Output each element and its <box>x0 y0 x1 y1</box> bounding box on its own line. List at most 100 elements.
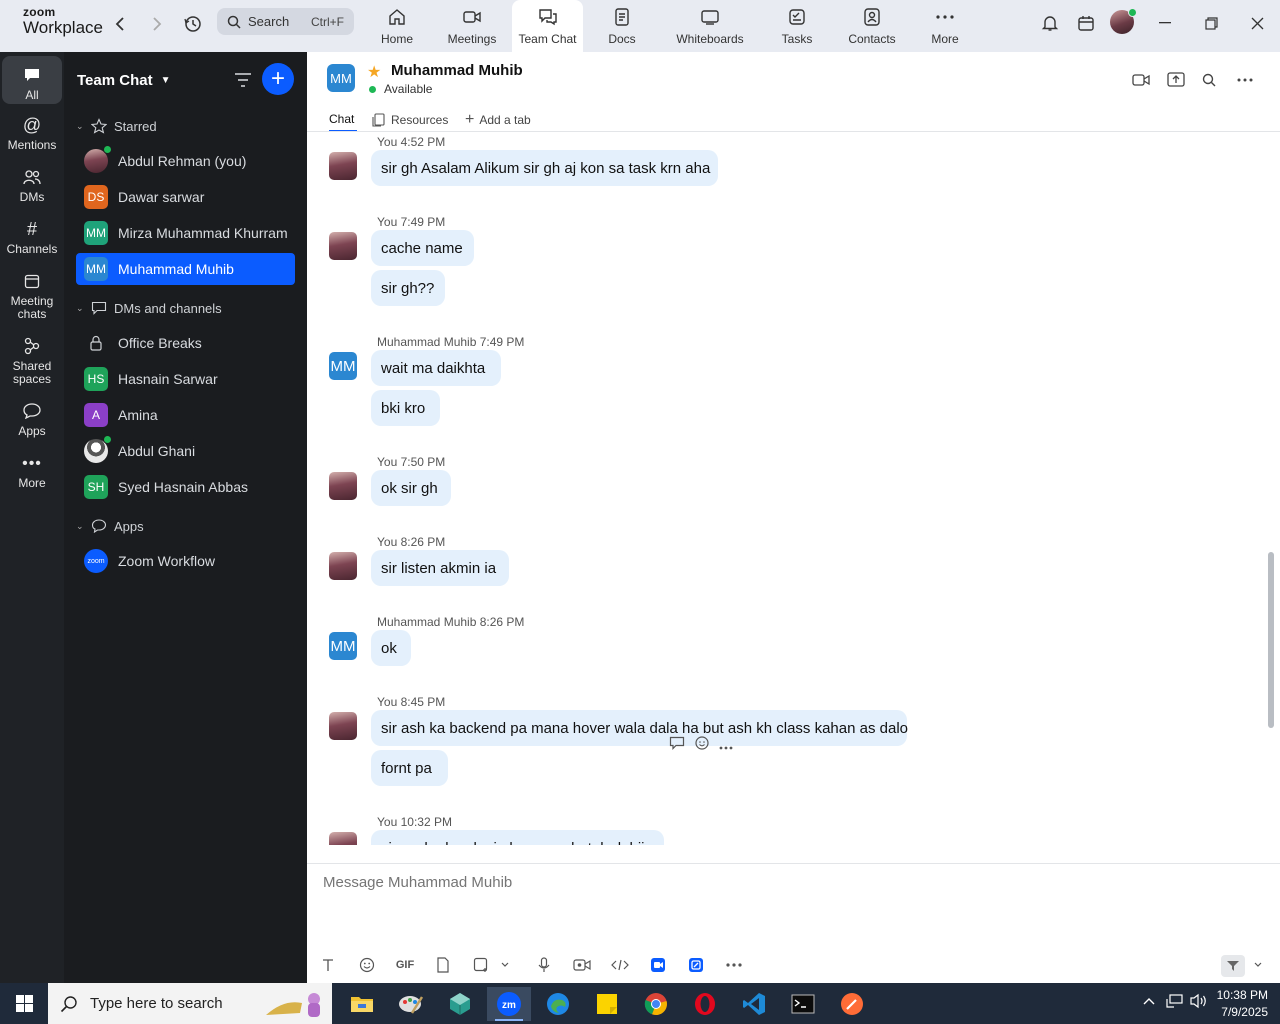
message-bubble[interactable]: sir gh Asalam Alikum sir gh aj kon sa ta… <box>371 150 718 186</box>
message-bubble[interactable]: bki kro <box>371 390 440 426</box>
back-arrow-icon[interactable] <box>108 12 132 36</box>
screenshot-icon[interactable] <box>470 955 492 975</box>
message-bubble[interactable]: sir cache ka plugin ka name batah dehjia <box>371 830 664 845</box>
tab-chat[interactable]: Chat <box>329 108 357 132</box>
history-icon[interactable] <box>181 12 205 36</box>
new-chat-plus-button[interactable]: + <box>262 63 294 95</box>
sender-name[interactable]: Muhammad Muhib <box>377 335 476 349</box>
video-call-icon[interactable] <box>1130 70 1152 90</box>
more-options-icon[interactable] <box>1234 70 1256 90</box>
sender-avatar[interactable] <box>329 712 357 740</box>
nav-tab-team-chat[interactable]: Team Chat <box>512 0 583 52</box>
sender-avatar[interactable]: MM <box>329 632 357 660</box>
more-options-icon[interactable] <box>723 955 745 975</box>
more-options-icon[interactable] <box>719 737 733 755</box>
chat-list-item[interactable]: MM Mirza Muhammad Khurram <box>76 217 295 249</box>
section-dms-channels[interactable]: ⌄ DMs and channels <box>76 300 222 316</box>
message-bubble[interactable]: sir gh?? <box>371 270 445 306</box>
emoji-icon[interactable] <box>356 955 378 975</box>
nav-tab-whiteboards[interactable]: Whiteboards <box>665 0 755 52</box>
nav-tab-contacts[interactable]: Contacts <box>840 0 904 52</box>
tab-resources[interactable]: Resources <box>372 108 448 132</box>
chat-list-item[interactable]: Abdul Rehman (you) <box>76 145 295 177</box>
cube-app-icon[interactable] <box>438 987 482 1021</box>
message-bubble[interactable]: fornt pa <box>371 750 448 786</box>
sticky-notes-icon[interactable] <box>585 987 629 1021</box>
sender-name[interactable]: You <box>377 135 397 149</box>
nav-tab-more[interactable]: More <box>916 0 974 52</box>
video-message-icon[interactable] <box>571 955 593 975</box>
message-bubble[interactable]: ok sir gh <box>371 470 451 506</box>
sender-avatar[interactable] <box>329 472 357 500</box>
message-bubble[interactable]: cache name <box>371 230 474 266</box>
sender-avatar[interactable] <box>329 232 357 260</box>
user-avatar[interactable] <box>1110 8 1137 34</box>
terminal-icon[interactable] <box>781 987 825 1021</box>
nav-tab-docs[interactable]: Docs <box>594 0 650 52</box>
sender-name[interactable]: You <box>377 455 397 469</box>
nav-tab-tasks[interactable]: Tasks <box>770 0 824 52</box>
paint-app-icon[interactable] <box>389 987 433 1021</box>
rail-item-meeting-chats[interactable]: Meeting chats <box>2 270 62 321</box>
chat-list-item[interactable]: HS Hasnain Sarwar <box>76 363 295 395</box>
code-snippet-icon[interactable] <box>609 955 631 975</box>
gif-button[interactable]: GIF <box>394 955 416 975</box>
volume-icon[interactable] <box>1190 993 1208 1012</box>
sender-name[interactable]: You <box>377 695 397 709</box>
chat-list-item[interactable]: MM Muhammad Muhib <box>76 253 295 285</box>
chat-list-item[interactable]: Office Breaks <box>76 327 295 359</box>
rail-item-shared-spaces[interactable]: Shared spaces <box>2 335 62 386</box>
message-list[interactable]: You 4:52 PM sir gh Asalam Alikum sir gh a… <box>307 132 1267 845</box>
file-explorer-icon[interactable] <box>340 987 384 1021</box>
sender-avatar[interactable] <box>329 152 357 180</box>
chat-list-item[interactable]: A Amina <box>76 399 295 431</box>
vscode-icon[interactable] <box>732 987 776 1021</box>
chevron-down-icon[interactable] <box>1247 955 1269 975</box>
calendar-icon[interactable] <box>1073 12 1099 34</box>
taskbar-clock[interactable]: 10:38 PM 7/9/2025 <box>1208 987 1268 1021</box>
sender-avatar[interactable] <box>329 552 357 580</box>
windows-start-icon[interactable] <box>16 995 33 1012</box>
text-format-icon[interactable] <box>317 955 339 975</box>
minimize-icon[interactable] <box>1152 12 1178 34</box>
edge-browser-icon[interactable] <box>536 987 580 1021</box>
nav-tab-meetings[interactable]: Meetings <box>437 0 507 52</box>
rail-item-all[interactable]: All <box>2 56 62 104</box>
send-button[interactable] <box>1221 955 1245 977</box>
reply-thread-icon[interactable] <box>669 736 685 755</box>
network-icon[interactable] <box>1166 993 1184 1012</box>
chrome-browser-icon[interactable] <box>634 987 678 1021</box>
message-input[interactable] <box>323 870 1263 894</box>
sender-avatar[interactable]: MM <box>329 352 357 380</box>
share-screen-icon[interactable] <box>1165 70 1187 90</box>
chevron-down-icon[interactable] <box>494 955 516 975</box>
team-chat-title[interactable]: Team Chat ▼ <box>77 72 170 89</box>
zoom-app-icon[interactable] <box>647 955 669 975</box>
add-tab-button[interactable]: + Add a tab <box>465 108 531 132</box>
rail-item-more[interactable]: ••• More <box>2 452 62 490</box>
file-attach-icon[interactable] <box>432 955 454 975</box>
global-search-box[interactable]: Search Ctrl+F <box>217 8 354 35</box>
message-scrollbar[interactable] <box>1268 552 1274 728</box>
rail-item-channels[interactable]: # Channels <box>2 218 62 256</box>
add-reaction-icon[interactable] <box>694 735 710 756</box>
filter-icon[interactable] <box>234 72 252 88</box>
message-bubble[interactable]: sir listen akmin ia <box>371 550 509 586</box>
chat-list-item[interactable]: zoom Zoom Workflow <box>76 545 295 577</box>
rail-item-apps[interactable]: Apps <box>2 400 62 438</box>
sender-avatar[interactable] <box>329 832 357 845</box>
message-bubble[interactable]: wait ma daikhta <box>371 350 501 386</box>
star-filled-icon[interactable]: ★ <box>367 62 381 82</box>
contact-name[interactable]: Muhammad Muhib <box>391 62 523 79</box>
section-apps[interactable]: ⌄ Apps <box>76 518 144 534</box>
nav-tab-home[interactable]: Home <box>370 0 424 52</box>
rail-item-mentions[interactable]: @ Mentions <box>2 114 62 152</box>
search-icon[interactable] <box>1198 70 1220 90</box>
close-icon[interactable] <box>1244 12 1270 34</box>
chat-list-item[interactable]: SH Syed Hasnain Abbas <box>76 471 295 503</box>
chat-list-item[interactable]: Abdul Ghani <box>76 435 295 467</box>
sender-name[interactable]: Muhammad Muhib <box>377 615 476 629</box>
microphone-icon[interactable] <box>533 955 555 975</box>
taskbar-search-box[interactable]: Type here to search <box>48 983 332 1024</box>
message-bubble[interactable]: sir ash ka backend pa mana hover wala da… <box>371 710 908 746</box>
